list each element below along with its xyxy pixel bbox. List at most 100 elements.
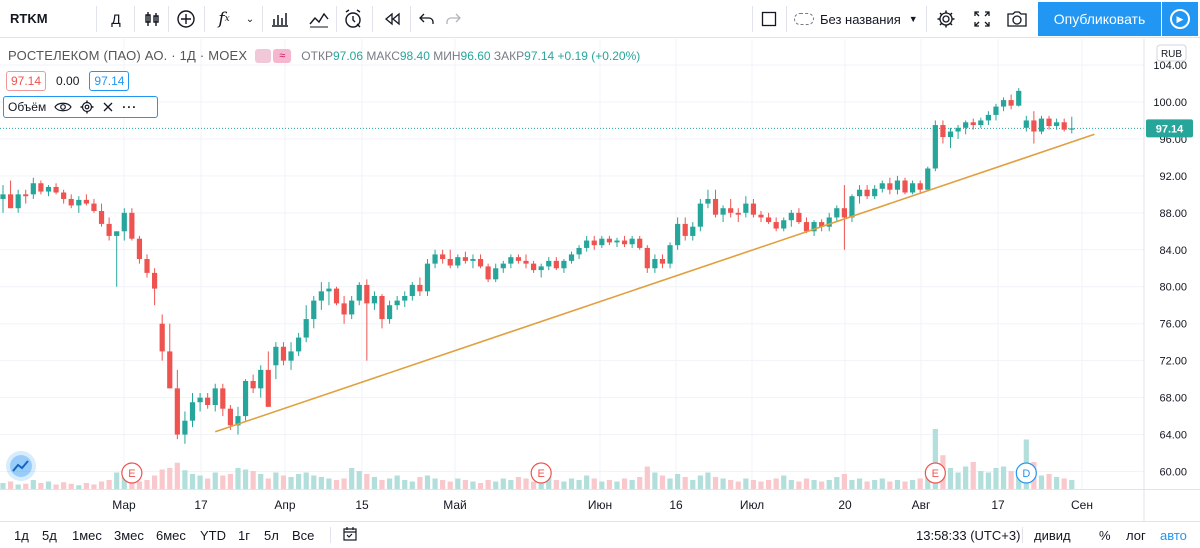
- select-rectangle-icon[interactable]: [758, 4, 780, 34]
- volume-bar: [637, 477, 643, 489]
- toolbar-divider: [926, 6, 927, 32]
- volume-bar: [432, 478, 438, 489]
- bar-chart-icon[interactable]: [268, 4, 292, 34]
- volume-bar: [462, 480, 468, 489]
- candle: [955, 125, 961, 139]
- time-tick-label: Мар: [112, 498, 136, 512]
- auto-scale-toggle[interactable]: авто: [1160, 528, 1187, 543]
- volume-bar: [371, 477, 378, 489]
- candle-body: [765, 217, 772, 223]
- candle-body: [273, 346, 279, 366]
- candle-body: [834, 208, 840, 218]
- price-chart[interactable]: EEED 104.00100.0096.0092.0088.0084.0080.…: [0, 39, 1200, 521]
- close-icon[interactable]: [102, 101, 114, 113]
- candle: [963, 120, 969, 135]
- volume-bar: [220, 475, 226, 489]
- volume-bar: [864, 481, 870, 489]
- volume-bar: [591, 478, 597, 489]
- redo-icon[interactable]: [442, 4, 464, 34]
- candle-body: [61, 192, 67, 199]
- candle-body: [189, 402, 196, 421]
- volume-bar: [174, 462, 180, 489]
- change-value: +0.19 (+0.20%): [557, 48, 641, 63]
- candle: [925, 166, 931, 190]
- time-tick-label: 17: [194, 498, 208, 512]
- range-5d-button[interactable]: 5д: [42, 528, 57, 543]
- candle-body: [129, 212, 135, 239]
- candle: [76, 196, 82, 213]
- symbol-legend: РОСТЕЛЕКОМ (ПАО) АО. · 1Д · MOEX ≈ ОТКР9…: [8, 48, 640, 63]
- log-toggle[interactable]: лог: [1126, 528, 1146, 543]
- range-1y-button[interactable]: 1г: [238, 528, 250, 543]
- replay-icon[interactable]: [380, 4, 404, 34]
- candle: [349, 295, 355, 320]
- volume-bar: [409, 481, 415, 489]
- candle-body: [667, 245, 673, 264]
- volume-bar: [15, 484, 21, 489]
- range-3m-button[interactable]: 3мес: [114, 528, 144, 543]
- volume-bar: [68, 483, 74, 489]
- eye-icon[interactable]: [54, 101, 72, 113]
- compare-add-icon[interactable]: [174, 4, 198, 34]
- chevron-down-icon[interactable]: ⌄: [242, 4, 258, 34]
- volume-bar: [947, 468, 954, 489]
- volume-bar: [955, 472, 961, 489]
- range-5y-button[interactable]: 5л: [264, 528, 279, 543]
- candle-body: [15, 194, 21, 209]
- candle-body: [781, 220, 787, 229]
- dividends-toggle[interactable]: дивид: [1034, 528, 1071, 543]
- price-axis-bg: [1144, 39, 1200, 521]
- camera-snapshot-icon[interactable]: [1004, 4, 1030, 34]
- interval-button[interactable]: Д: [102, 4, 130, 34]
- candle: [182, 411, 188, 444]
- percent-toggle[interactable]: %: [1099, 528, 1111, 543]
- candle: [879, 180, 885, 193]
- more-icon[interactable]: ···: [122, 100, 137, 114]
- candle-body: [83, 199, 89, 204]
- layout-name-button[interactable]: Без названия ▼: [794, 4, 918, 34]
- publish-button[interactable]: Опубликовать: [1038, 2, 1161, 36]
- range-1m-button[interactable]: 1мес: [72, 528, 102, 543]
- candles-chart-type-icon[interactable]: [140, 4, 164, 34]
- candle: [409, 282, 415, 301]
- alert-clock-icon[interactable]: [340, 4, 366, 34]
- candle: [697, 198, 703, 232]
- candle: [568, 251, 575, 264]
- volume-bar: [1008, 471, 1014, 489]
- fullscreen-icon[interactable]: [970, 4, 994, 34]
- candle: [910, 180, 916, 195]
- candle-body: [546, 260, 552, 267]
- volume-bar: [273, 472, 279, 489]
- candle: [1054, 118, 1060, 130]
- clock-timezone[interactable]: 13:58:33 (UTC+3): [916, 528, 1020, 543]
- gear-icon[interactable]: [80, 100, 94, 114]
- play-icon: ▶: [1170, 9, 1190, 29]
- time-tick-label: Авг: [912, 498, 931, 512]
- range-ytd-button[interactable]: YTD: [200, 528, 226, 543]
- candle: [197, 392, 203, 412]
- candle-body: [45, 186, 52, 192]
- volume-bar: [606, 480, 612, 489]
- volume-bar: [394, 475, 400, 489]
- settings-gear-icon[interactable]: [934, 4, 958, 34]
- range-1d-button[interactable]: 1д: [14, 528, 29, 543]
- volume-bar: [152, 475, 158, 489]
- indicators-fx-icon[interactable]: fx: [212, 4, 236, 34]
- undo-icon[interactable]: [416, 4, 438, 34]
- volume-bar: [644, 466, 650, 489]
- range-all-button[interactable]: Все: [292, 528, 314, 543]
- volume-bar: [576, 480, 582, 489]
- toolbar-divider: [410, 6, 411, 32]
- symbol-search-button[interactable]: RTKM: [10, 0, 48, 38]
- range-6m-button[interactable]: 6мес: [156, 528, 186, 543]
- line-chart-icon[interactable]: [306, 4, 332, 34]
- date-range-icon[interactable]: [342, 526, 358, 545]
- volume-bar: [386, 478, 393, 489]
- candle: [826, 212, 832, 232]
- publish-options-button[interactable]: ▶: [1162, 2, 1198, 36]
- volume-bar: [765, 480, 772, 489]
- symbol-title: РОСТЕЛЕКОМ (ПАО) АО. · 1Д · MOEX: [8, 48, 248, 63]
- volume-indicator-legend[interactable]: Объём ···: [3, 96, 158, 118]
- candle-body: [1038, 118, 1045, 132]
- candle-body: [887, 183, 893, 190]
